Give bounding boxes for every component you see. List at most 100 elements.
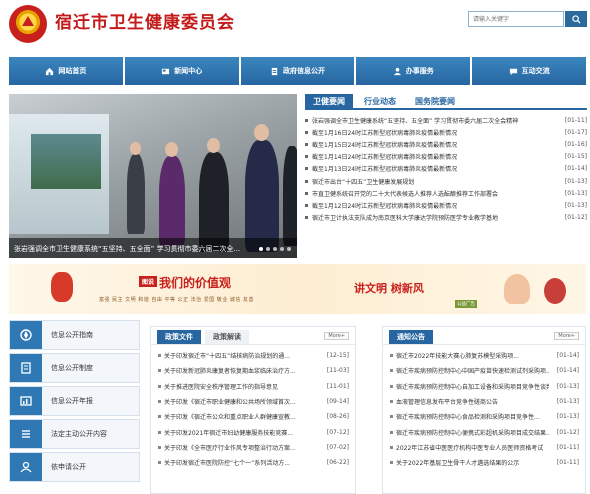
search-button[interactable] (565, 11, 587, 27)
item-title[interactable]: 宿迁市出台“十四五”卫生健康发展规划 (312, 177, 557, 186)
item-title[interactable]: 截至1月16日24时江苏新型冠状病毒肺炎疫情最新情况 (312, 128, 557, 137)
item-title[interactable]: 宿迁市疾病预防控制中心中国产疫苗快速检测试剂采购项... (396, 366, 549, 375)
side-link-label: 依申请公开 (51, 463, 86, 471)
side-link-label: 信息公开指南 (51, 331, 93, 339)
site-title[interactable]: 宿迁市卫生健康委员会 (55, 8, 235, 33)
tab-health-news[interactable]: 卫健要闻 (305, 94, 353, 108)
values-banner[interactable]: 图说 我们的价值观 富强 民主 文明 和谐 自由 平等 公正 法治 爱国 敬业 … (9, 264, 586, 314)
slide-dot[interactable] (266, 247, 270, 251)
list-item[interactable]: 截至1月14日24时江苏新型冠状病毒肺炎疫情最新情况 [01-15] (305, 151, 587, 163)
item-title[interactable]: 宿迁市疾病预防控制中心食品检测和采购项目竞争性... (396, 412, 549, 421)
item-title[interactable]: 截至1月14日24时江苏新型冠状病毒肺炎疫情最新情况 (312, 152, 557, 161)
search-icon (571, 14, 581, 24)
banner-values-line: 富强 民主 文明 和谐 自由 平等 公正 法治 爱国 敬业 诚信 友善 (99, 297, 254, 303)
list-item[interactable]: 宿迁市卫计执法支队成为南京医科大学康达学院预防医学专业教学基地 [01-12] (305, 212, 587, 224)
item-title[interactable]: 关于印发新冠肺炎康复者恢复期血浆临床治疗方... (164, 366, 319, 375)
item-date: [01-13] (564, 177, 587, 185)
list-item[interactable]: 宿迁市疾病预防控制中心便携式彩超机采购项目成交结果... [01-12] (390, 424, 579, 439)
slide-photo-figure (199, 152, 229, 252)
news-list: 张岩强调全市卫生健康系统“五坚持、五全面” 学习贯彻市委六届二次全会精神 [01-… (305, 114, 587, 224)
list-item[interactable]: 截至1月16日24时江苏新型冠状病毒肺炎疫情最新情况 [01-17] (305, 126, 587, 138)
list-item[interactable]: 关于印发《宿迁市公众和重点职业人群健康宣教... [08-26] (158, 409, 349, 424)
item-title[interactable]: 关于印发宿迁市医院防控“七个一”系列活动方... (164, 458, 319, 467)
policy-panel: 政策文件 政策解读 More+ 关于印发宿迁市“十四五”结核病防治规划的通...… (150, 326, 356, 494)
item-date: [01-14] (556, 367, 579, 375)
item-title[interactable]: 关于2022年基层卫生骨干人才遴选结果的公示 (396, 458, 549, 467)
list-item[interactable]: 关于印发宿迁市“十四五”结核病防治规划的通... [12-15] (158, 348, 349, 363)
list-item[interactable]: 关于印发新冠肺炎康复者恢复期血浆临床治疗方... [11-03] (158, 363, 349, 378)
list-item[interactable]: 截至1月13日24时江苏新型冠状病毒肺炎疫情最新情况 [01-14] (305, 163, 587, 175)
list-item[interactable]: 关于2022年基层卫生骨干人才遴选结果的公示 [01-11] (390, 455, 579, 470)
list-item[interactable]: 宿迁市疾病预防控制中心中国产疫苗快速检测试剂采购项... [01-14] (390, 363, 579, 378)
list-item[interactable]: 关于印发宿迁市医院防控“七个一”系列活动方... [06-22] (158, 455, 349, 470)
nav-item-info-disclosure[interactable]: 政府信息公开 (240, 57, 355, 85)
item-title[interactable]: 关于印发《宿迁市职业健康和公共场所领域首次... (164, 397, 319, 406)
list-icon (10, 420, 42, 448)
rules-icon (10, 354, 42, 382)
list-item[interactable]: 市直卫健系统召开党的二十大代表候选人推荐人选酝酿推荐工作部署会 [01-13] (305, 187, 587, 199)
tab-notices[interactable]: 通知公告 (389, 330, 433, 344)
item-date: [01-13] (556, 398, 579, 406)
list-item[interactable]: 张岩强调全市卫生健康系统“五坚持、五全面” 学习贯彻市委六届二次全会精神 [01-… (305, 114, 587, 126)
item-title[interactable]: 关于推进医院安全秩序管理工作的指导意见 (164, 382, 319, 391)
list-item[interactable]: 宿迁市疾病预防控制中心自加工设备和采购项目竞争性谈判公... [01-13] (390, 379, 579, 394)
item-title[interactable]: 宿迁市卫计执法支队成为南京医科大学康达学院预防医学专业教学基地 (312, 213, 557, 222)
list-item[interactable]: 关于印发《宿迁市职业健康和公共场所领域首次... [09-14] (158, 394, 349, 409)
slide-dot[interactable] (259, 247, 263, 251)
side-link-apply[interactable]: 依申请公开 (9, 452, 140, 482)
side-link-guide[interactable]: 信息公开指南 (9, 320, 140, 350)
item-title[interactable]: 宿迁市2022年技能大赛心肺复苏模型采购项... (396, 351, 549, 360)
list-item[interactable]: 血液管理信息发布平台竞争性磋商公告 [01-13] (390, 394, 579, 409)
slide-dot[interactable] (273, 247, 277, 251)
list-item[interactable]: 关于印发2021年宿迁市妇幼健康服务技能竞赛... [07-12] (158, 424, 349, 439)
list-item[interactable]: 宿迁市出台“十四五”卫生健康发展规划 [01-13] (305, 175, 587, 187)
item-title[interactable]: 关于印发宿迁市“十四五”结核病防治规划的通... (164, 351, 319, 360)
list-item[interactable]: 2022年江苏省中医医疗机构中医专业人员医师资格考试 [01-11] (390, 440, 579, 455)
nav-item-news[interactable]: 新闻中心 (124, 57, 239, 85)
tab-policy-interpretation[interactable]: 政策解读 (205, 330, 249, 344)
item-title[interactable]: 截至1月13日24时江苏新型冠状病毒肺炎疫情最新情况 (312, 164, 557, 173)
side-link-rules[interactable]: 信息公开制度 (9, 353, 140, 383)
more-button[interactable]: More+ (324, 332, 349, 340)
list-item[interactable]: 截至1月12日24时江苏新型冠状病毒肺炎疫情最新情况 [01-13] (305, 199, 587, 211)
item-title[interactable]: 关于印发2021年宿迁市妇幼健康服务技能竞赛... (164, 428, 319, 437)
nav-item-services[interactable]: 办事服务 (356, 57, 471, 85)
slide-caption[interactable]: 张岩强调全市卫生健康系统“五坚持、五全面” 学习贯彻市委六届二次全... (9, 238, 297, 258)
list-item[interactable]: 截至1月15日24时江苏新型冠状病毒肺炎疫情最新情况 [01-16] (305, 138, 587, 150)
item-date: [01-14] (556, 352, 579, 360)
list-item[interactable]: 宿迁市疾病预防控制中心食品检测和采购项目竞争性... [01-13] (390, 409, 579, 424)
nav-item-label: 网站首页 (58, 67, 87, 75)
list-item[interactable]: 关于推进医院安全秩序管理工作的指导意见 [11-01] (158, 379, 349, 394)
nav-item-interaction[interactable]: 互动交流 (472, 57, 586, 85)
item-title[interactable]: 2022年江苏省中医医疗机构中医专业人员医师资格考试 (396, 443, 549, 452)
nav-item-label: 互动交流 (521, 67, 550, 75)
disclosure-links: 信息公开指南 信息公开制度 信息公开年报 法定主动公开内容 依申请公开 (9, 320, 140, 485)
search-input[interactable] (468, 11, 564, 27)
item-date: [07-12] (326, 428, 349, 436)
item-title[interactable]: 关于印发《全市医疗行业作风专项整治行动方案... (164, 443, 319, 452)
list-item[interactable]: 关于印发《全市医疗行业作风专项整治行动方案... [07-02] (158, 440, 349, 455)
more-button[interactable]: More+ (554, 332, 579, 340)
side-link-statutory[interactable]: 法定主动公开内容 (9, 419, 140, 449)
item-title[interactable]: 血液管理信息发布平台竞争性磋商公告 (396, 397, 549, 406)
list-item[interactable]: 宿迁市2022年技能大赛心肺复苏模型采购项... [01-14] (390, 348, 579, 363)
tab-industry-news[interactable]: 行业动态 (356, 94, 404, 108)
item-title[interactable]: 关于印发《宿迁市公众和重点职业人群健康宣教... (164, 412, 319, 421)
child-illustration (504, 274, 530, 304)
news-slideshow[interactable]: 张岩强调全市卫生健康系统“五坚持、五全面” 学习贯彻市委六届二次全... (9, 94, 297, 258)
item-title[interactable]: 市直卫健系统召开党的二十大代表候选人推荐人选酝酿推荐工作部署会 (312, 189, 557, 198)
tab-policy-documents[interactable]: 政策文件 (157, 330, 201, 344)
item-date: [11-03] (326, 367, 349, 375)
slide-dot[interactable] (287, 247, 291, 251)
item-title[interactable]: 截至1月15日24时江苏新型冠状病毒肺炎疫情最新情况 (312, 140, 557, 149)
news-panel: 卫健要闻 行业动态 国务院要闻 张岩强调全市卫生健康系统“五坚持、五全面” 学习… (305, 94, 587, 258)
item-title[interactable]: 宿迁市疾病预防控制中心便携式彩超机采购项目成交结果... (396, 428, 549, 437)
slide-photo-figure (245, 140, 279, 252)
nav-item-home[interactable]: 网站首页 (9, 57, 123, 85)
item-title[interactable]: 截至1月12日24时江苏新型冠状病毒肺炎疫情最新情况 (312, 201, 557, 210)
side-link-annual-report[interactable]: 信息公开年报 (9, 386, 140, 416)
item-title[interactable]: 张岩强调全市卫生健康系统“五坚持、五全面” 学习贯彻市委六届二次全会精神 (312, 116, 557, 125)
slide-dot[interactable] (280, 247, 284, 251)
item-title[interactable]: 宿迁市疾病预防控制中心自加工设备和采购项目竞争性谈判公... (396, 382, 549, 391)
tab-state-council-news[interactable]: 国务院要闻 (407, 94, 463, 108)
